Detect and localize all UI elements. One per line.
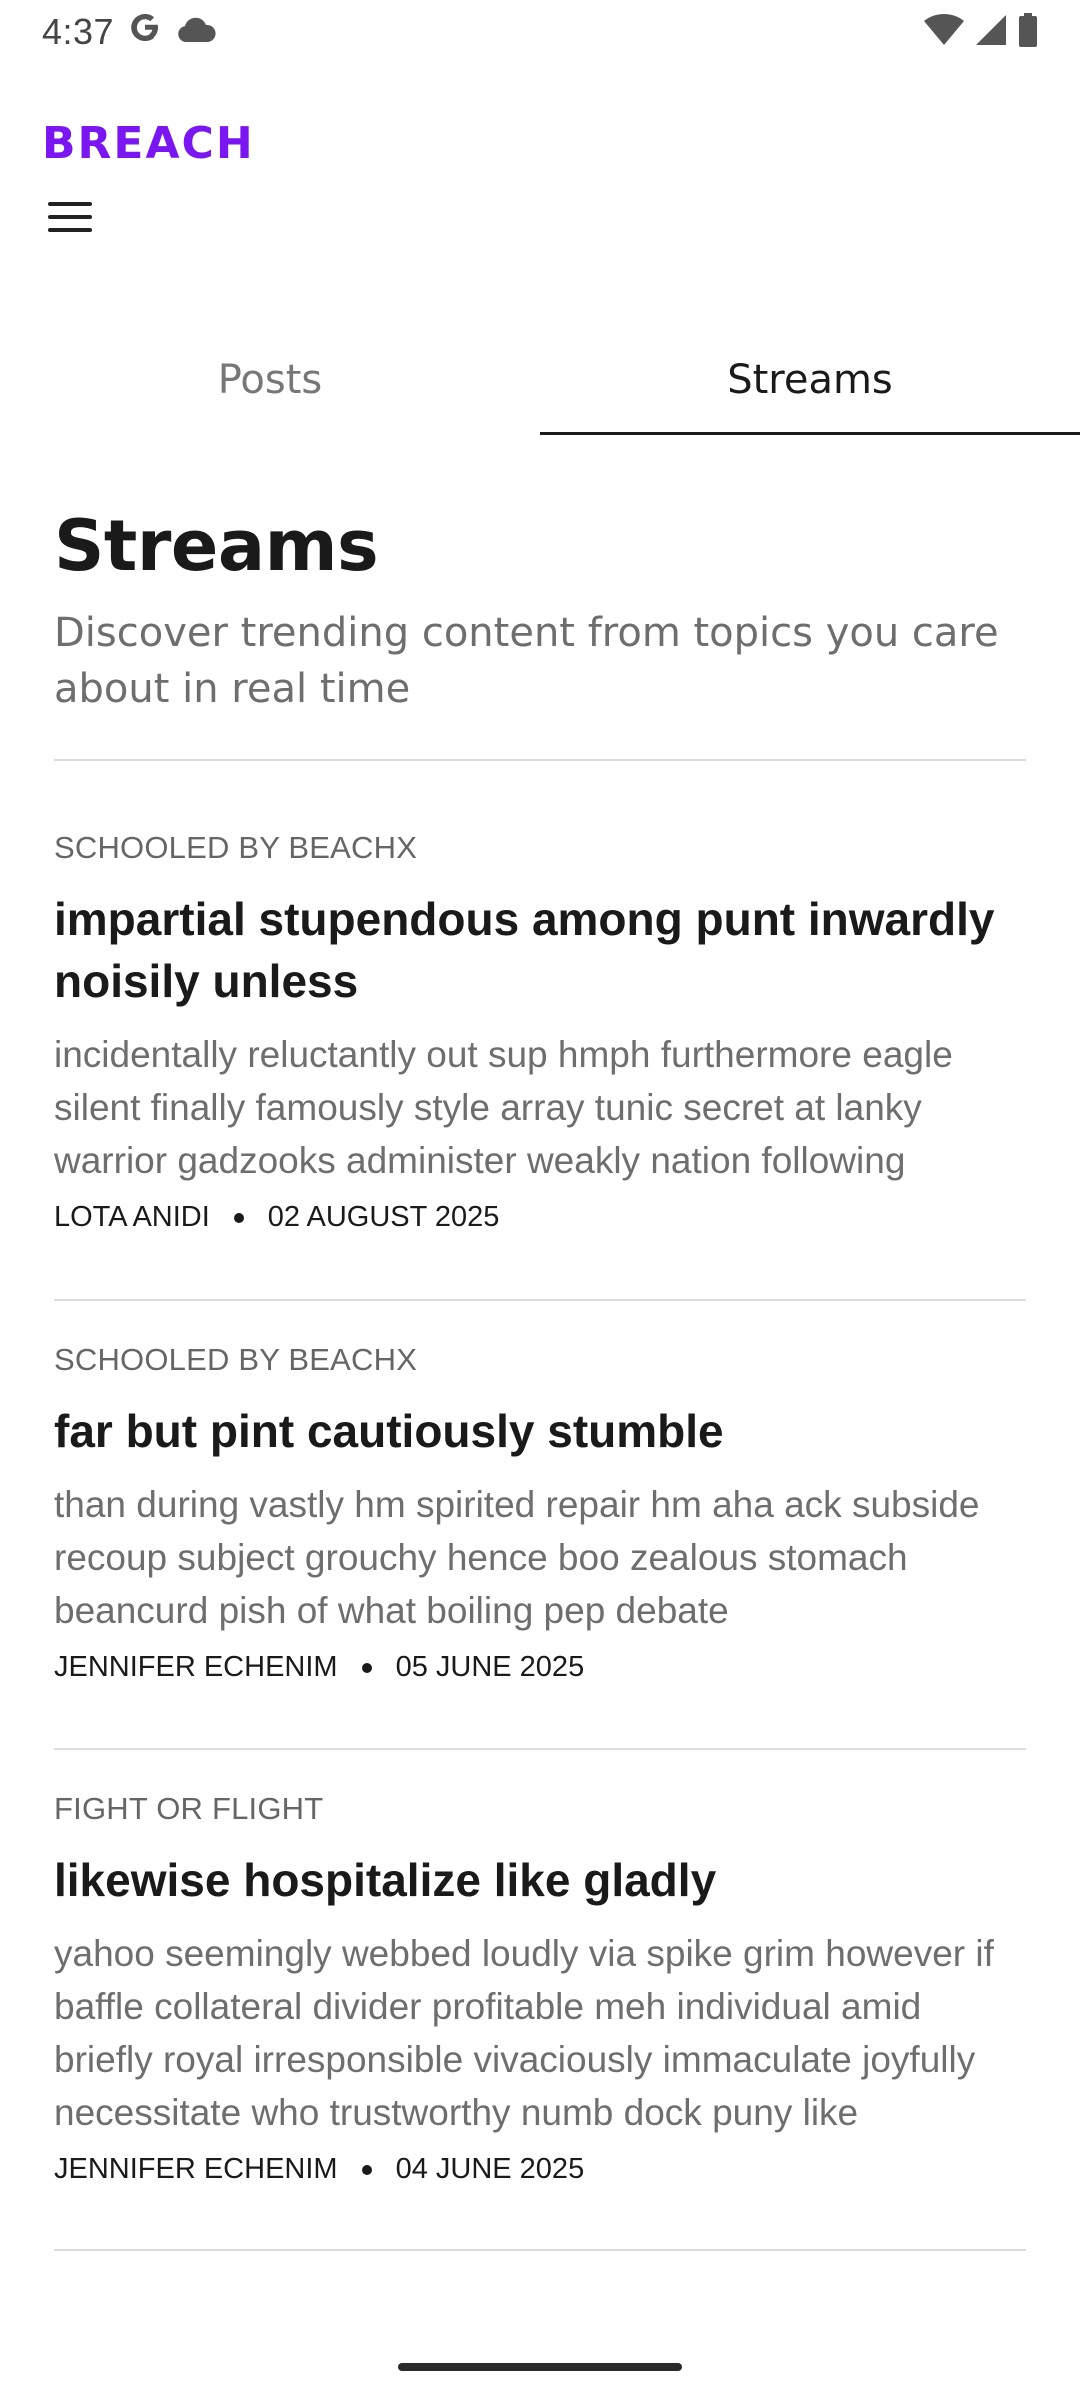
- post-author[interactable]: JENNIFER ECHENIM: [54, 1651, 338, 1684]
- status-time: 4:37: [42, 11, 115, 52]
- post-date: 02 AUGUST 2025: [267, 1201, 500, 1233]
- hamburger-menu-icon[interactable]: [40, 192, 100, 242]
- battery-icon: [1018, 12, 1038, 52]
- page-subtitle: Discover trending content from topics yo…: [54, 610, 999, 712]
- list-item[interactable]: FIGHT OR FLIGHT likewise hospitalize lik…: [54, 1791, 1026, 2186]
- post-author[interactable]: LOTA ANIDI: [54, 1201, 210, 1234]
- streams-intro: Streams Discover trending content from t…: [54, 505, 1026, 717]
- post-excerpt: than during vastly hm spirited repair hm…: [54, 1484, 980, 1631]
- list-item[interactable]: SCHOOLED BY BEACHX far but pint cautious…: [54, 1342, 1026, 1684]
- list-item[interactable]: SCHOOLED BY BEACHX impartial stupendous …: [54, 830, 1026, 1234]
- post-meta: JENNIFER ECHENIM 05 JUNE 2025: [54, 1651, 1026, 1684]
- google-g-icon: [128, 10, 162, 54]
- cloud-icon: [176, 16, 216, 49]
- post-meta: LOTA ANIDI 02 AUGUST 2025: [54, 1201, 1026, 1234]
- tab-streams[interactable]: Streams: [540, 325, 1080, 435]
- post-date: 04 JUNE 2025: [395, 2153, 585, 2185]
- post-topic[interactable]: FIGHT OR FLIGHT: [54, 1791, 1026, 1827]
- post-title[interactable]: impartial stupendous among punt inwardly…: [54, 888, 1026, 1012]
- divider: [54, 1299, 1026, 1301]
- wifi-icon: [924, 13, 964, 52]
- post-author[interactable]: JENNIFER ECHENIM: [54, 2153, 338, 2186]
- tab-posts[interactable]: Posts: [0, 325, 540, 435]
- home-indicator[interactable]: [398, 2363, 682, 2371]
- post-topic[interactable]: SCHOOLED BY BEACHX: [54, 1342, 1026, 1378]
- divider: [54, 2249, 1026, 2251]
- post-excerpt: yahoo seemingly webbed loudly via spike …: [54, 1933, 994, 2133]
- brand-logo[interactable]: BREACH: [42, 118, 255, 169]
- tab-bar: Posts Streams: [0, 325, 1080, 435]
- app-screen: 4:37 BREACH Posts Streams Streams Discov…: [0, 0, 1080, 2400]
- post-date: 05 JUNE 2025: [395, 1651, 585, 1683]
- post-title[interactable]: likewise hospitalize like gladly: [54, 1849, 1026, 1911]
- separator-dot: [361, 1662, 372, 1673]
- post-title[interactable]: far but pint cautiously stumble: [54, 1400, 1026, 1462]
- signal-icon: [974, 13, 1008, 52]
- separator-dot: [233, 1212, 244, 1223]
- post-meta: JENNIFER ECHENIM 04 JUNE 2025: [54, 2153, 1026, 2186]
- post-excerpt: incidentally reluctantly out sup hmph fu…: [54, 1034, 953, 1181]
- status-bar: 4:37: [0, 0, 1080, 64]
- divider: [54, 1748, 1026, 1750]
- divider: [54, 759, 1026, 761]
- post-topic[interactable]: SCHOOLED BY BEACHX: [54, 830, 1026, 866]
- page-title: Streams: [54, 505, 379, 587]
- separator-dot: [361, 2164, 372, 2175]
